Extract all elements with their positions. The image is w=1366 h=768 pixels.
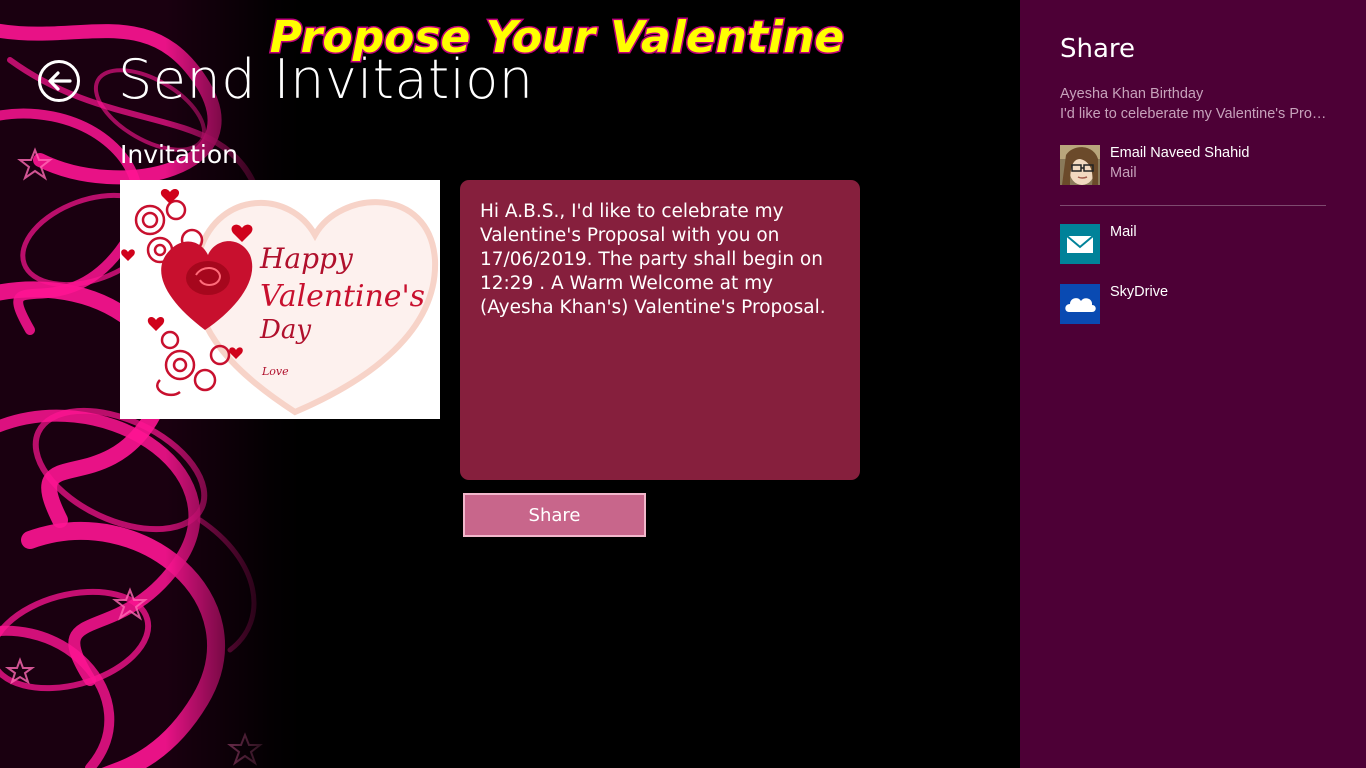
share-pane-subtitle: Ayesha Khan Birthday [1060, 86, 1204, 102]
share-target-mail[interactable]: Mail [1060, 224, 1350, 266]
share-target-sub: Mail [1110, 165, 1137, 181]
share-target-name: Mail [1110, 224, 1137, 240]
share-target-name: Email Naveed Shahid [1110, 145, 1250, 161]
share-pane: Share Ayesha Khan Birthday I'd like to c… [1020, 0, 1366, 768]
share-pane-description: I'd like to celeberate my Valentine's Pr… [1060, 106, 1330, 122]
card-text-love: Love [261, 365, 289, 378]
card-text-happy: Happy [259, 242, 354, 275]
invitation-message-text: Hi A.B.S., I'd like to celebrate my Vale… [480, 201, 826, 318]
share-pane-title: Share [1060, 34, 1136, 64]
invitation-card-image: Happy Valentine's Day Love [120, 180, 440, 419]
share-target-skydrive[interactable]: SkyDrive [1060, 284, 1350, 326]
share-target-name: SkyDrive [1110, 284, 1169, 300]
mail-icon [1060, 224, 1100, 264]
avatar-icon [1060, 145, 1100, 185]
cloud-icon [1060, 284, 1100, 324]
share-divider [1060, 205, 1326, 206]
invitation-message-textbox[interactable]: Hi A.B.S., I'd like to celebrate my Vale… [460, 180, 860, 480]
section-label: Invitation [120, 140, 238, 169]
share-target-email-naveed[interactable]: Email Naveed Shahid Mail [1060, 145, 1350, 187]
back-button[interactable] [38, 60, 80, 102]
card-text-valentines: Valentine's [260, 279, 425, 314]
back-arrow-icon [48, 71, 72, 91]
page-title: Send Invitation [118, 48, 534, 111]
card-text-day: Day [259, 315, 311, 345]
share-button[interactable]: Share [463, 493, 646, 537]
